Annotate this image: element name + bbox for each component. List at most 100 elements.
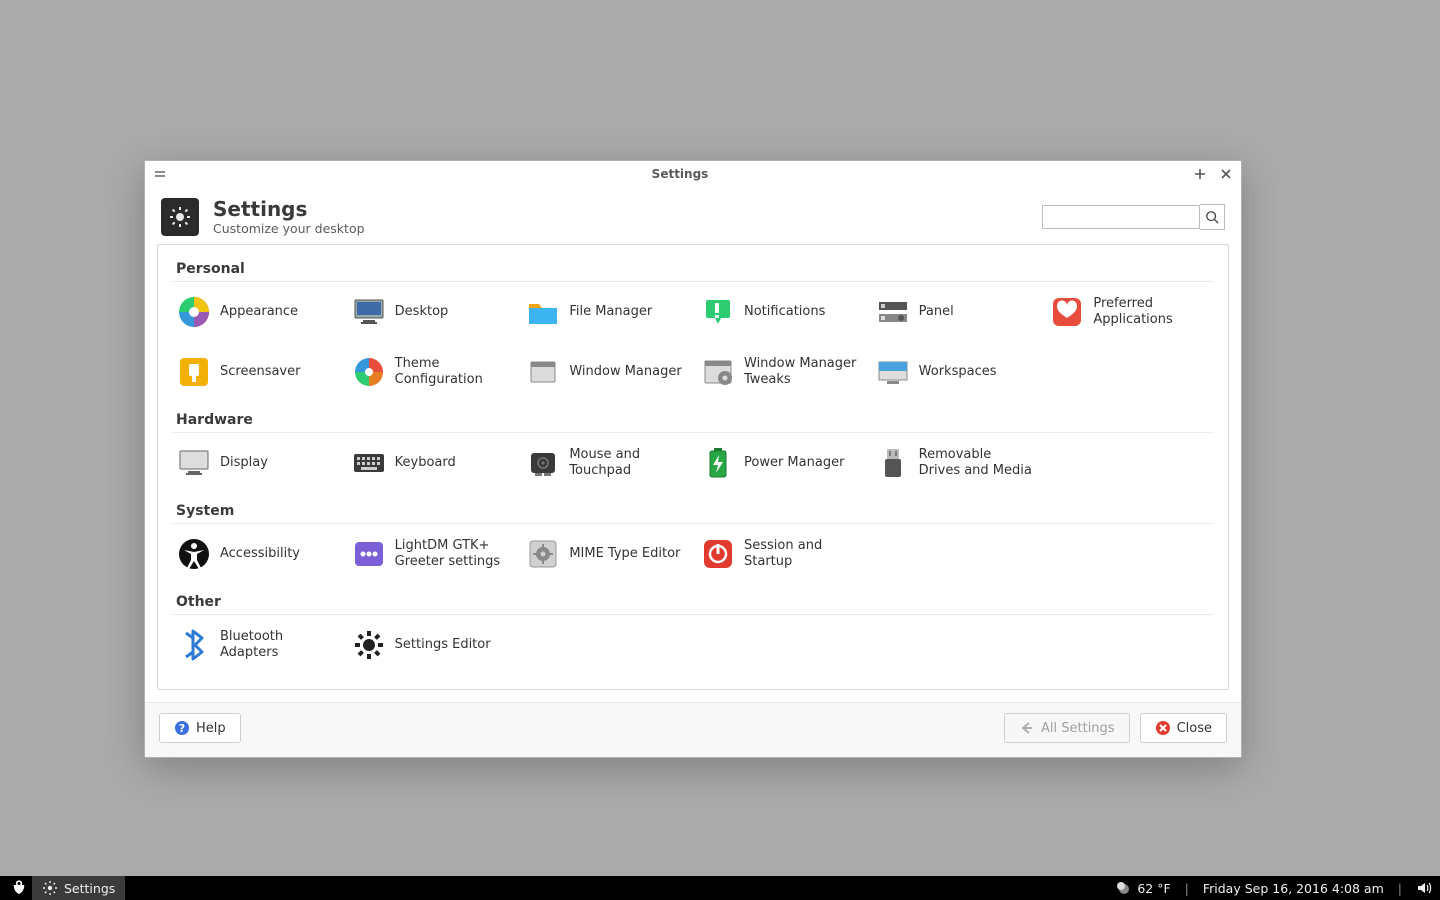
window-manager-icon [525,354,561,390]
settings-item-label: Window Manager [569,364,681,380]
settings-item-label: Workspaces [919,364,997,380]
settings-item-workspaces[interactable]: Workspaces [871,342,1040,402]
settings-item-label: Session and Startup [744,538,861,571]
settings-item-notifications[interactable]: Notifications [696,282,865,342]
settings-item-preferred-apps[interactable]: Preferred Applications [1045,282,1214,342]
start-menu-icon[interactable] [6,876,32,900]
window-titlebar[interactable]: Settings [145,161,1241,187]
settings-item-screensaver[interactable]: Screensaver [172,342,341,402]
settings-item-label: Mouse and Touchpad [569,447,686,480]
preferred-apps-icon [1049,294,1085,330]
settings-item-mime-editor[interactable]: MIME Type Editor [521,524,690,584]
weather-text: 62 °F [1137,881,1170,896]
category-grid: Display Keyboard Mouse and Touchpad Power M… [172,433,1214,493]
clock-tray[interactable]: Friday Sep 16, 2016 4:08 am [1195,881,1392,896]
wm-tweaks-icon [700,354,736,390]
display-icon [176,445,212,481]
settings-item-appearance[interactable]: Appearance [172,282,341,342]
category-title: Other [172,590,1214,615]
settings-item-display[interactable]: Display [172,433,341,493]
settings-item-removable-media[interactable]: Removable Drives and Media [871,433,1040,493]
desktop[interactable]: Settings Settings Customize your desktop [0,0,1440,876]
settings-item-mouse-touchpad[interactable]: Mouse and Touchpad [521,433,690,493]
settings-item-label: Window Manager Tweaks [744,356,861,389]
settings-item-label: MIME Type Editor [569,546,680,562]
keyboard-icon [351,445,387,481]
window-menu-icon[interactable] [153,167,167,181]
search-icon[interactable] [1200,204,1225,230]
back-arrow-icon [1019,720,1035,736]
window-close-icon[interactable] [1219,167,1233,181]
file-manager-icon [525,294,561,330]
settings-item-keyboard[interactable]: Keyboard [347,433,516,493]
category-grid: Bluetooth Adapters Settings Editor [172,615,1214,675]
weather-tray[interactable]: 62 °F [1107,880,1178,896]
window-header: Settings Customize your desktop [145,187,1241,244]
settings-item-label: Panel [919,304,954,320]
taskbar-task-label: Settings [64,881,115,896]
bluetooth-adapters-icon [176,627,212,663]
settings-item-lightdm-greeter[interactable]: LightDM GTK+ Greeter settings [347,524,516,584]
settings-item-session-startup[interactable]: Session and Startup [696,524,865,584]
all-settings-button-label: All Settings [1041,721,1115,736]
header-subtitle: Customize your desktop [213,221,365,236]
settings-item-label: Bluetooth Adapters [220,629,337,662]
settings-item-panel[interactable]: Panel [871,282,1040,342]
settings-item-label: LightDM GTK+ Greeter settings [395,538,512,571]
settings-item-label: Theme Configuration [395,356,512,389]
help-icon: ? [174,720,190,736]
settings-item-wm-tweaks[interactable]: Window Manager Tweaks [696,342,865,402]
mouse-touchpad-icon [525,445,561,481]
close-button[interactable]: Close [1140,713,1227,743]
settings-item-accessibility[interactable]: Accessibility [172,524,341,584]
settings-item-window-manager[interactable]: Window Manager [521,342,690,402]
removable-media-icon [875,445,911,481]
panel-icon [875,294,911,330]
svg-text:?: ? [179,722,185,735]
all-settings-button: All Settings [1004,713,1130,743]
taskbar: Settings 62 °F | Friday Sep 16, 2016 4:0… [0,876,1440,900]
help-button[interactable]: ? Help [159,713,241,743]
window-maximize-icon[interactable] [1193,167,1207,181]
settings-item-label: Screensaver [220,364,300,380]
settings-item-theme-config[interactable]: Theme Configuration [347,342,516,402]
taskbar-task-settings[interactable]: Settings [32,876,125,900]
window-title: Settings [652,167,709,181]
clock-text: Friday Sep 16, 2016 4:08 am [1203,881,1384,896]
session-startup-icon [700,536,736,572]
category-grid: Appearance Desktop File Manager Notificatio… [172,282,1214,402]
notifications-icon [700,294,736,330]
settings-item-label: File Manager [569,304,652,320]
settings-item-settings-editor[interactable]: Settings Editor [347,615,516,675]
settings-item-label: Removable Drives and Media [919,447,1036,480]
category-title: Personal [172,257,1214,282]
settings-item-label: Accessibility [220,546,300,562]
appearance-icon [176,294,212,330]
settings-editor-icon [351,627,387,663]
settings-item-file-manager[interactable]: File Manager [521,282,690,342]
theme-config-icon [351,354,387,390]
desktop-icon [351,294,387,330]
settings-item-label: Notifications [744,304,825,320]
workspaces-icon [875,354,911,390]
sound-tray[interactable] [1408,880,1434,896]
settings-item-label: Settings Editor [395,637,491,653]
category-grid: Accessibility LightDM GTK+ Greeter settin… [172,524,1214,584]
header-title: Settings [213,197,365,221]
settings-task-gear-icon [42,880,58,896]
settings-gear-icon [161,198,199,236]
settings-item-bluetooth-adapters[interactable]: Bluetooth Adapters [172,615,341,675]
settings-item-label: Keyboard [395,455,456,471]
lightdm-greeter-icon [351,536,387,572]
category-title: System [172,499,1214,524]
taskbar-divider: | [1396,881,1404,896]
settings-item-label: Appearance [220,304,298,320]
screensaver-icon [176,354,212,390]
settings-item-power-manager[interactable]: Power Manager [696,433,865,493]
search-input[interactable] [1042,205,1200,229]
mime-editor-icon [525,536,561,572]
settings-item-label: Desktop [395,304,449,320]
settings-item-desktop[interactable]: Desktop [347,282,516,342]
settings-item-label: Power Manager [744,455,844,471]
weather-icon [1115,880,1131,896]
